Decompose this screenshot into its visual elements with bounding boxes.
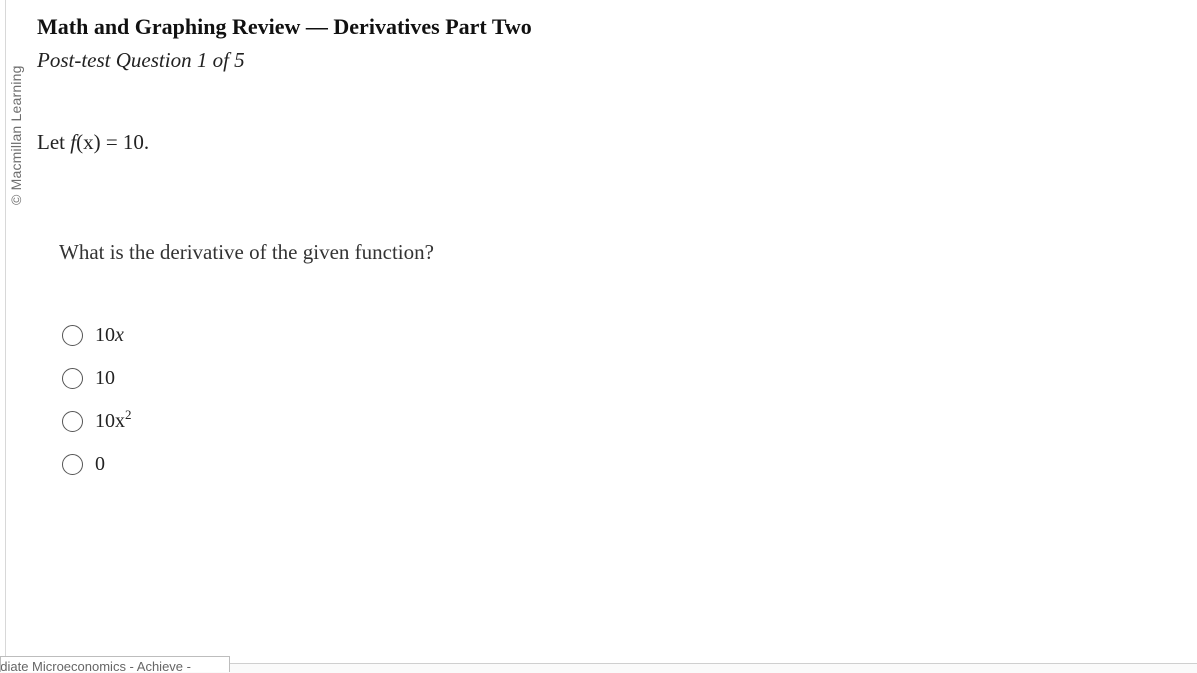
answer-option-1[interactable]: 10x [62, 314, 132, 357]
statement-prefix: Let [37, 130, 71, 154]
radio-button[interactable] [62, 325, 83, 346]
radio-button[interactable] [62, 454, 83, 475]
option-exp: 2 [125, 407, 132, 422]
left-border [5, 0, 6, 662]
option-label: 10 [95, 367, 115, 390]
option-coef: 10 [95, 367, 115, 389]
answer-option-2[interactable]: 10 [62, 357, 132, 400]
answer-option-3[interactable]: 10x2 [62, 400, 132, 443]
copyright-watermark: © Macmillan Learning [8, 65, 24, 205]
option-coef: 0 [95, 453, 105, 475]
option-var: x [115, 324, 124, 346]
option-label: 10x [95, 324, 124, 347]
radio-button[interactable] [62, 411, 83, 432]
question-progress: Post-test Question 1 of 5 [37, 48, 245, 72]
function-arg: (x) [76, 130, 101, 154]
answer-option-4[interactable]: 0 [62, 443, 132, 486]
window-tab[interactable]: ediate Microeconomics - Achieve - [0, 656, 230, 672]
equals-sign: = [100, 130, 123, 154]
question-prompt: What is the derivative of the given func… [59, 240, 434, 264]
radio-button[interactable] [62, 368, 83, 389]
function-value: 10. [122, 130, 150, 154]
page-title: Math and Graphing Review — Derivatives P… [37, 14, 532, 39]
option-label: 10x2 [95, 407, 132, 433]
option-coef: 10x [95, 410, 125, 432]
problem-statement: Let f(x) = 10. [37, 130, 149, 155]
option-label: 0 [95, 453, 105, 476]
option-coef: 10 [95, 324, 115, 346]
answer-options: 10x 10 10x2 0 [62, 314, 132, 486]
